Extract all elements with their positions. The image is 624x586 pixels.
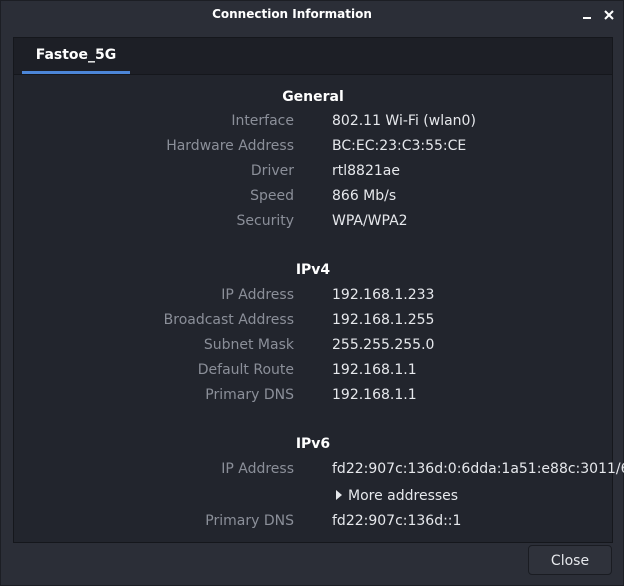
value-default-route: 192.168.1.1 bbox=[332, 362, 417, 378]
tab-bar: Fastoe_5G bbox=[14, 38, 612, 75]
section-title-ipv6: IPv6 bbox=[295, 436, 331, 452]
expand-arrow-icon bbox=[336, 490, 342, 500]
value-ipv4-address: 192.168.1.233 bbox=[332, 287, 435, 303]
titlebar: Connection Information bbox=[1, 1, 623, 29]
value-ipv6-primary-dns: fd22:907c:136d::1 bbox=[332, 513, 462, 529]
connection-info-window: Connection Information Fastoe_5G General… bbox=[0, 0, 624, 586]
value-driver: rtl8821ae bbox=[332, 163, 400, 179]
more-addresses-expander[interactable]: More addresses bbox=[336, 488, 458, 504]
window-title: Connection Information bbox=[212, 7, 372, 21]
minimize-icon bbox=[583, 17, 591, 19]
value-interface: 802.11 Wi-Fi (wlan0) bbox=[332, 113, 476, 129]
label-ipv4-primary-dns: Primary DNS bbox=[205, 387, 294, 403]
label-security: Security bbox=[236, 213, 295, 229]
value-speed: 866 Mb/s bbox=[332, 188, 397, 204]
value-security: WPA/WPA2 bbox=[332, 213, 408, 229]
tab-label: Fastoe_5G bbox=[35, 47, 117, 63]
label-broadcast-address: Broadcast Address bbox=[163, 312, 294, 328]
label-hardware-address: Hardware Address bbox=[166, 138, 294, 154]
value-hardware-address: BC:EC:23:C3:55:CE bbox=[332, 138, 467, 154]
more-addresses-label: More addresses bbox=[348, 488, 459, 504]
close-button[interactable]: Close bbox=[528, 545, 612, 575]
label-default-route: Default Route bbox=[197, 362, 294, 378]
label-ipv4-address: IP Address bbox=[221, 287, 294, 303]
section-title-general: General bbox=[282, 89, 344, 105]
value-subnet-mask: 255.255.255.0 bbox=[332, 337, 435, 353]
tab-fastoe-5g[interactable]: Fastoe_5G bbox=[22, 38, 130, 74]
label-speed: Speed bbox=[250, 188, 294, 204]
active-tab-indicator bbox=[22, 71, 130, 74]
value-broadcast-address: 192.168.1.255 bbox=[332, 312, 435, 328]
close-icon bbox=[604, 10, 614, 20]
label-subnet-mask: Subnet Mask bbox=[203, 337, 294, 353]
value-ipv4-primary-dns: 192.168.1.1 bbox=[332, 387, 417, 403]
minimize-button[interactable] bbox=[577, 5, 597, 25]
label-driver: Driver bbox=[250, 163, 294, 179]
label-ipv6-address: IP Address bbox=[221, 461, 294, 477]
value-ipv6-address: fd22:907c:136d:0:6dda:1a51:e88c:3011/64 bbox=[332, 461, 624, 477]
label-ipv6-primary-dns: Primary DNS bbox=[205, 513, 294, 529]
close-window-button[interactable] bbox=[599, 5, 619, 25]
section-title-ipv4: IPv4 bbox=[295, 262, 331, 278]
label-interface: Interface bbox=[231, 113, 294, 129]
connection-panel: Fastoe_5G General Interface 802.11 Wi-Fi… bbox=[13, 37, 624, 543]
